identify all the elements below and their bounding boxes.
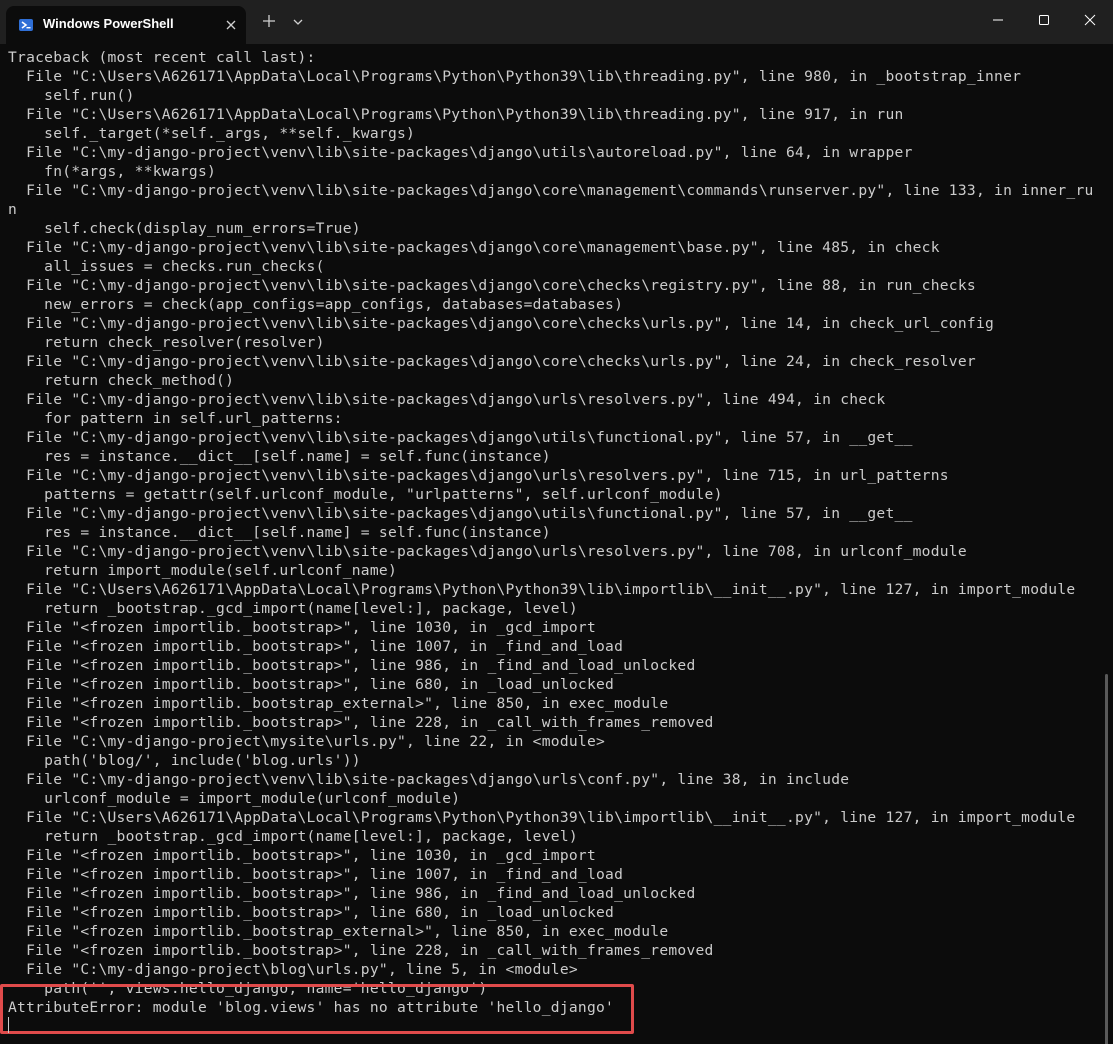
plus-icon[interactable] [262,14,276,28]
terminal-line: File "C:\my-django-project\venv\lib\site… [8,391,886,408]
terminal-line: File "C:\my-django-project\venv\lib\site… [8,505,913,522]
terminal-line: AttributeError: module 'blog.views' has … [8,999,615,1016]
scrollbar[interactable] [1105,674,1108,1044]
terminal-line: File "<frozen importlib._bootstrap>", li… [8,866,624,883]
terminal-line: path('blog/', include('blog.urls')) [8,752,361,769]
terminal-line: return check_method() [8,372,235,389]
powershell-icon [19,19,33,31]
terminal-line: File "C:\Users\A626171\AppData\Local\Pro… [8,68,1022,85]
terminal-line: self.run() [8,87,135,104]
terminal-line: File "<frozen importlib._bootstrap>", li… [8,904,615,921]
terminal-line: File "<frozen importlib._bootstrap>", li… [8,885,696,902]
terminal-line: for pattern in self.url_patterns: [8,410,343,427]
terminal-line: File "C:\my-django-project\venv\lib\site… [8,771,850,788]
close-window-button[interactable] [1066,0,1112,40]
close-icon [1084,14,1096,26]
terminal-output[interactable]: Traceback (most recent call last): File … [0,44,1113,1044]
terminal-line: return _bootstrap._gcd_import(name[level… [8,828,578,845]
terminal-line: File "<frozen importlib._bootstrap>", li… [8,619,597,636]
terminal-line: urlconf_module = import_module(urlconf_m… [8,790,461,807]
terminal-line: File "<frozen importlib._bootstrap>", li… [8,942,714,959]
title-bar: Windows PowerShell [0,0,1113,44]
terminal-line: n [8,201,18,218]
terminal-line: File "C:\Users\A626171\AppData\Local\Pro… [8,106,904,123]
terminal-line: File "<frozen importlib._bootstrap>", li… [8,676,615,693]
terminal-line: res = instance.__dict__[self.name] = sel… [8,448,551,465]
terminal-line: return _bootstrap._gcd_import(name[level… [8,600,578,617]
terminal-line: return check_resolver(resolver) [8,334,325,351]
terminal-line: File "<frozen importlib._bootstrap>", li… [8,638,624,655]
terminal-line: all_issues = checks.run_checks( [8,258,325,275]
minimize-icon [993,19,1003,21]
terminal-line: File "C:\my-django-project\venv\lib\site… [8,467,949,484]
terminal-line: self.check(display_num_errors=True) [8,220,361,237]
text-cursor [8,1017,9,1033]
terminal-line: return import_module(self.urlconf_name) [8,562,397,579]
terminal-line: File "C:\my-django-project\blog\urls.py"… [8,961,578,978]
maximize-button[interactable] [1020,0,1066,40]
terminal-line: File "<frozen importlib._bootstrap_exter… [8,923,669,940]
terminal-line: File "C:\my-django-project\venv\lib\site… [8,239,940,256]
terminal-line: File "<frozen importlib._bootstrap>", li… [8,847,597,864]
terminal-line: new_errors = check(app_configs=app_confi… [8,296,624,313]
terminal-line: fn(*args, **kwargs) [8,163,217,180]
terminal-line: File "C:\my-django-project\venv\lib\site… [8,353,976,370]
terminal-line: File "C:\my-django-project\venv\lib\site… [8,429,913,446]
terminal-line: path('', views.hello_django, name='hello… [8,980,488,997]
terminal-line: File "C:\Users\A626171\AppData\Local\Pro… [8,581,1076,598]
terminal-line: File "<frozen importlib._bootstrap>", li… [8,714,714,731]
minimize-button[interactable] [974,0,1020,40]
terminal-line: File "C:\my-django-project\venv\lib\site… [8,182,1094,199]
terminal-line: File "C:\my-django-project\venv\lib\site… [8,277,976,294]
chevron-down-icon[interactable] [292,17,304,27]
terminal-line: File "C:\Users\A626171\AppData\Local\Pro… [8,809,1076,826]
terminal-line: File "C:\my-django-project\mysite\urls.p… [8,733,606,750]
terminal-line: File "C:\my-django-project\venv\lib\site… [8,543,967,560]
terminal-line: self._target(*self._args, **self._kwargs… [8,125,416,142]
maximize-icon [1039,15,1049,25]
terminal-lines: Traceback (most recent call last): File … [8,48,1098,1017]
terminal-line: File "C:\my-django-project\venv\lib\site… [8,315,995,332]
terminal-line: Traceback (most recent call last): [8,49,316,66]
terminal-line: File "C:\my-django-project\venv\lib\site… [8,144,913,161]
terminal-line: File "<frozen importlib._bootstrap>", li… [8,657,696,674]
tab-title: Windows PowerShell [43,16,174,31]
terminal-line: patterns = getattr(self.urlconf_module, … [8,486,723,503]
close-icon[interactable] [224,18,238,32]
tab-windows-powershell[interactable]: Windows PowerShell [6,6,246,44]
terminal-line: res = instance.__dict__[self.name] = sel… [8,524,551,541]
terminal-line: File "<frozen importlib._bootstrap_exter… [8,695,669,712]
